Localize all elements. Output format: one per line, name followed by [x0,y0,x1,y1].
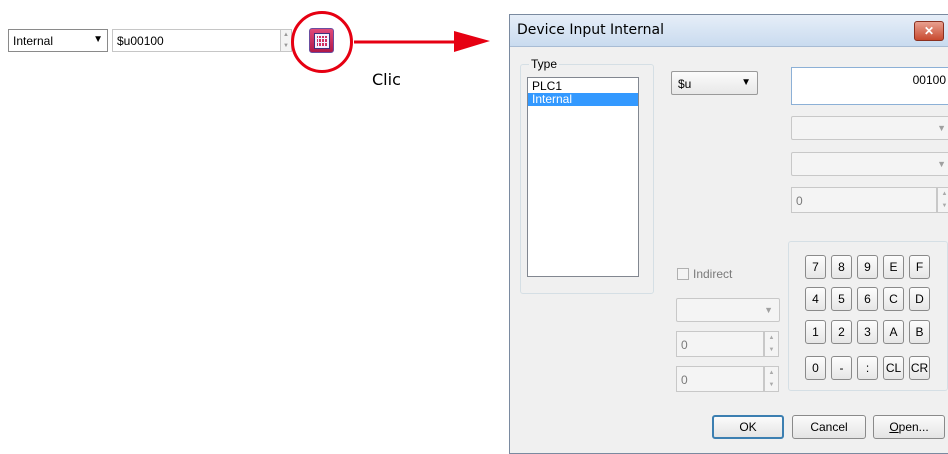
chevron-down-icon: ▼ [764,305,773,315]
spin-down-icon: ▼ [768,382,775,388]
indirect-label: Indirect [693,267,733,281]
indirect-spinner-2[interactable]: ▲ ▼ [764,366,779,392]
highlight-circle [291,11,353,73]
address-value: 00100 [912,73,946,87]
chevron-down-icon: ▼ [937,159,946,169]
key-colon[interactable]: : [857,356,878,380]
dialog-title: Device Input Internal [517,22,664,38]
indirect-input-2[interactable]: 0 [676,366,764,392]
key-2[interactable]: 2 [831,320,852,344]
indirect-input-1[interactable]: 0 [676,331,764,357]
key-1[interactable]: 1 [805,320,826,344]
indirect-checkbox-box [677,268,689,280]
ok-button[interactable]: OK [712,415,784,439]
key-5[interactable]: 5 [831,287,852,311]
key-8[interactable]: 8 [831,255,852,279]
dialog-titlebar: Device Input Internal ✕ [510,15,948,47]
device-type-value: Internal [13,34,54,48]
device-input-dialog: Device Input Internal ✕ Type PLC1 Intern… [509,14,948,454]
key-9[interactable]: 9 [857,255,878,279]
key-6[interactable]: 6 [857,287,878,311]
key-b[interactable]: B [909,320,930,344]
offset-input[interactable]: 0 [791,187,937,213]
address-input[interactable]: 00100 [791,67,948,105]
key-7[interactable]: 7 [805,255,826,279]
close-icon: ✕ [923,24,935,38]
device-address-value: $u00100 [117,34,164,48]
key-a[interactable]: A [883,320,904,344]
spin-down-icon: ▼ [768,347,775,353]
chevron-down-icon: ▼ [93,34,103,45]
key-cr[interactable]: CR [909,356,930,380]
key-e[interactable]: E [883,255,904,279]
offset-value: 0 [796,194,803,208]
spin-up-icon: ▲ [768,335,775,341]
type-listbox[interactable]: PLC1 Internal [527,77,639,277]
open-button-label: pen... [898,420,929,434]
device-prefix-select[interactable]: $u ▼ [671,71,758,95]
device-type-select[interactable]: Internal ▼ [8,29,108,52]
type-list-item-internal[interactable]: Internal [528,93,638,106]
key-minus[interactable]: - [831,356,852,380]
key-f[interactable]: F [909,255,930,279]
key-0[interactable]: 0 [805,356,826,380]
close-button[interactable]: ✕ [914,21,944,41]
indirect-spinner-1[interactable]: ▲ ▼ [764,331,779,357]
type-group-label: Type [529,57,560,71]
subaddress-select-1[interactable]: ▼ [791,116,948,140]
spin-up-icon: ▲ [768,370,775,376]
chevron-down-icon: ▼ [741,77,751,88]
key-d[interactable]: D [909,287,930,311]
key-3[interactable]: 3 [857,320,878,344]
offset-spinner[interactable]: ▲ ▼ [937,187,948,213]
spin-down-icon: ▼ [283,42,289,49]
key-c[interactable]: C [883,287,904,311]
chevron-down-icon: ▼ [937,123,946,133]
spin-down-icon: ▼ [941,203,948,209]
cancel-button[interactable]: Cancel [792,415,866,439]
indirect-value-2: 0 [681,373,688,387]
open-button[interactable]: Open... [873,415,945,439]
indirect-value-1: 0 [681,338,688,352]
device-address-input[interactable]: $u00100 [112,29,280,52]
indirect-checkbox[interactable]: Indirect [677,267,732,281]
click-annotation-label: Clic [372,70,401,89]
red-arrow-icon [354,31,490,52]
spin-up-icon: ▲ [941,191,948,197]
spin-up-icon: ▲ [283,32,289,38]
subaddress-select-2[interactable]: ▼ [791,152,948,176]
device-prefix-value: $u [678,77,692,91]
open-button-mnemonic: O [889,420,899,434]
indirect-select[interactable]: ▼ [676,298,780,322]
key-clear[interactable]: CL [883,356,904,380]
key-4[interactable]: 4 [805,287,826,311]
